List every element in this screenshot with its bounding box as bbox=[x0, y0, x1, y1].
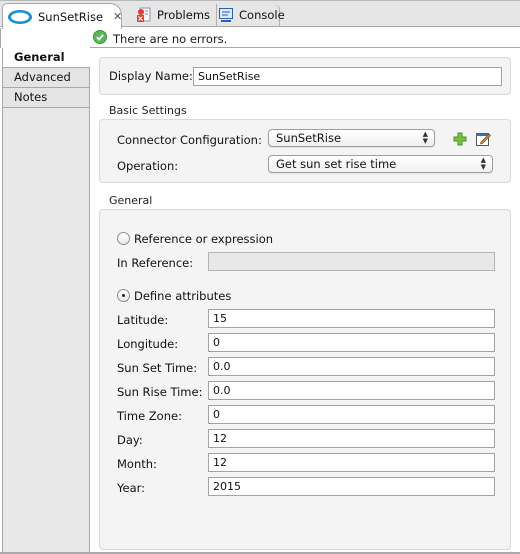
operation-value: Get sun set rise time bbox=[276, 157, 397, 171]
time-zone-label: Time Zone: bbox=[117, 409, 182, 423]
sun-rise-time-input[interactable]: 0.0 bbox=[208, 381, 495, 400]
operation-label: Operation: bbox=[117, 159, 179, 173]
connector-configuration-value: SunSetRise bbox=[276, 131, 342, 145]
sun-set-time-input[interactable]: 0.0 bbox=[208, 357, 495, 376]
month-input[interactable]: 12 bbox=[208, 453, 495, 472]
connector-configuration-label: Connector Configuration: bbox=[117, 133, 262, 147]
properties-content: Display Name: SunSetRise Basic Settings … bbox=[90, 48, 520, 552]
close-icon[interactable]: ✕ bbox=[113, 10, 122, 23]
year-label: Year: bbox=[117, 481, 146, 495]
latitude-label: Latitude: bbox=[117, 313, 169, 327]
tab-sunsetrise[interactable]: SunSetRise ✕ bbox=[2, 3, 122, 29]
longitude-label: Longitude: bbox=[117, 337, 179, 351]
year-input[interactable]: 2015 bbox=[208, 477, 495, 496]
reference-or-expression-label: Reference or expression bbox=[134, 232, 274, 246]
problems-icon bbox=[136, 7, 152, 23]
editor-tab-bar: SunSetRise ✕ Problems Console bbox=[0, 0, 520, 29]
define-attributes-radio[interactable] bbox=[117, 289, 130, 302]
console-icon bbox=[218, 7, 234, 23]
day-label: Day: bbox=[117, 433, 143, 447]
check-circle-icon bbox=[93, 30, 107, 47]
reference-or-expression-radio[interactable] bbox=[117, 232, 130, 245]
edit-icon[interactable] bbox=[475, 131, 491, 147]
define-attributes-label: Define attributes bbox=[134, 289, 232, 303]
status-bar: There are no errors. bbox=[0, 28, 520, 48]
status-message: There are no errors. bbox=[93, 30, 227, 47]
tab-label: Console bbox=[239, 8, 285, 22]
tab-label: SunSetRise bbox=[38, 9, 104, 24]
cloud-icon bbox=[7, 9, 33, 25]
display-name-label: Display Name: bbox=[109, 69, 193, 83]
sidebar-item-notes[interactable]: Notes bbox=[3, 88, 89, 108]
sidebar-item-general[interactable]: General bbox=[3, 48, 90, 68]
sidebar-item-advanced[interactable]: Advanced bbox=[3, 68, 89, 88]
tab-problems[interactable]: Problems bbox=[134, 4, 218, 26]
longitude-input[interactable]: 0 bbox=[208, 333, 495, 352]
status-text: There are no errors. bbox=[113, 31, 228, 46]
month-label: Month: bbox=[117, 457, 157, 471]
properties-sidebar: General Advanced Notes bbox=[2, 48, 90, 552]
time-zone-input[interactable]: 0 bbox=[208, 405, 495, 424]
sun-rise-time-label: Sun Rise Time: bbox=[117, 385, 203, 399]
plus-icon[interactable] bbox=[452, 131, 468, 147]
basic-settings-title: Basic Settings bbox=[109, 104, 187, 117]
general-group-title: General bbox=[109, 194, 153, 207]
connector-configuration-select[interactable]: SunSetRise ▲ ▼ bbox=[268, 129, 435, 147]
select-arrows-icon: ▲ ▼ bbox=[422, 130, 428, 145]
latitude-input[interactable]: 15 bbox=[208, 309, 495, 328]
operation-select[interactable]: Get sun set rise time ▲ ▼ bbox=[268, 155, 493, 173]
in-reference-input[interactable] bbox=[208, 252, 495, 271]
tab-console[interactable]: Console bbox=[214, 4, 285, 26]
day-input[interactable]: 12 bbox=[208, 429, 495, 448]
select-arrows-icon: ▲ ▼ bbox=[480, 156, 486, 171]
in-reference-label: In Reference: bbox=[117, 256, 194, 270]
sun-set-time-label: Sun Set Time: bbox=[117, 361, 198, 375]
display-name-input[interactable]: SunSetRise bbox=[193, 67, 502, 86]
tab-label: Problems bbox=[157, 8, 211, 22]
